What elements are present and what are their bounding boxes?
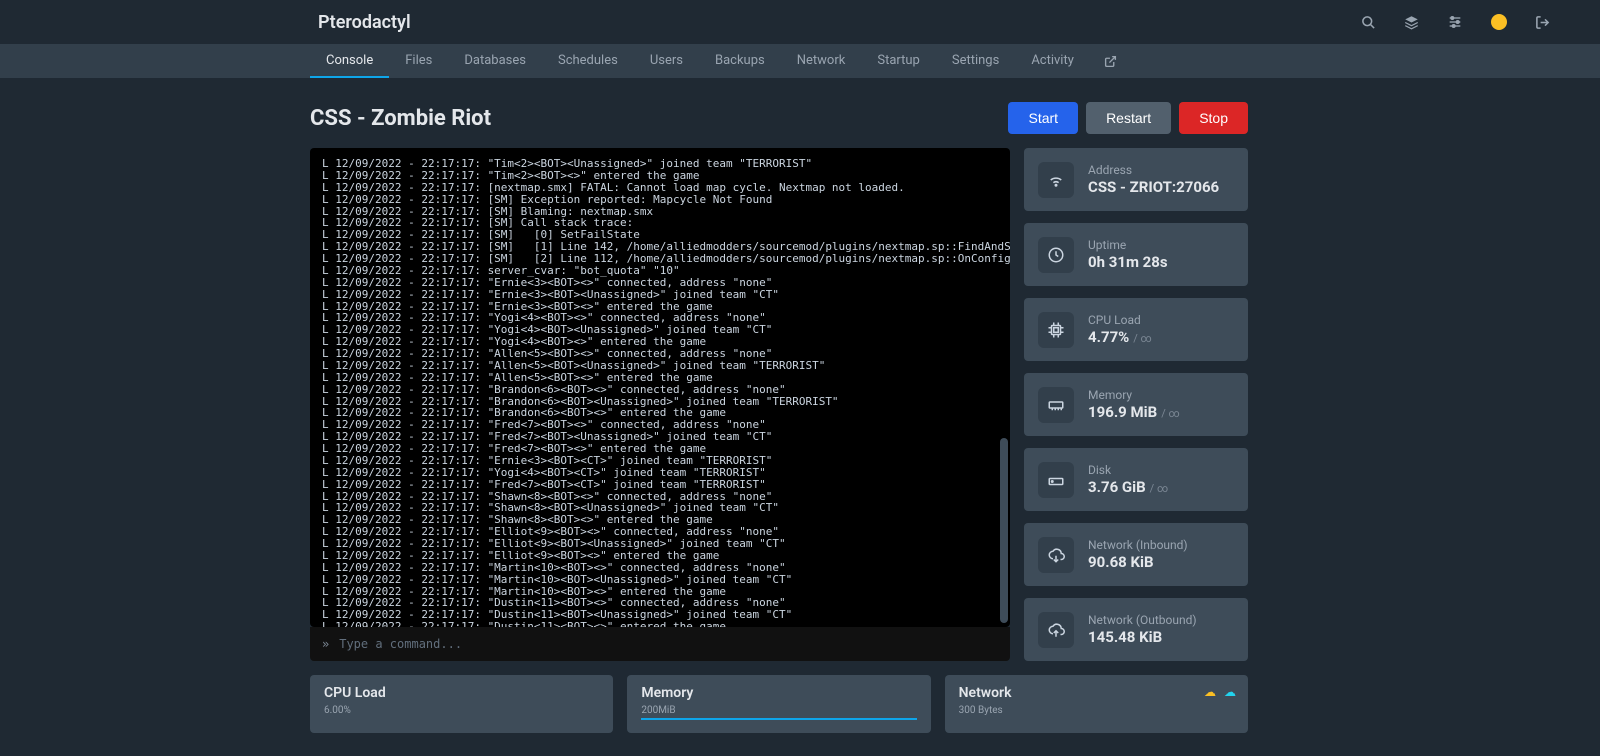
admin-settings-icon[interactable] <box>1447 14 1463 30</box>
disk-icon <box>1038 462 1074 498</box>
content: CSS - Zombie Riot Start Restart Stop L 1… <box>0 78 1248 733</box>
stat-label: Network (Outbound) <box>1088 613 1197 628</box>
chart-title: Network <box>959 685 1234 701</box>
console-scrollbar[interactable] <box>1000 438 1008 623</box>
tab-databases[interactable]: Databases <box>448 44 542 78</box>
chart-tick: 6.00% <box>324 705 599 716</box>
stat-value: 4.77%/ ∞ <box>1088 328 1152 347</box>
stat-memory: Memory 196.9 MiB/ ∞ <box>1024 373 1248 436</box>
stat-value: 0h 31m 28s <box>1088 253 1168 272</box>
restart-button[interactable]: Restart <box>1086 102 1171 134</box>
cloud-download-mini-icon: ☁ <box>1204 685 1216 699</box>
stat-value: CSS - ZRIOT:27066 <box>1088 178 1219 197</box>
header-row: CSS - Zombie Riot Start Restart Stop <box>310 102 1248 134</box>
console-text: L 12/09/2022 - 22:17:17: "Tim<2><BOT><Un… <box>322 158 998 627</box>
stat-label: Disk <box>1088 463 1168 478</box>
command-input-wrap: » <box>310 627 1010 661</box>
topbar-actions <box>1361 14 1580 30</box>
stat-value: 90.68 KiB <box>1088 553 1188 572</box>
stat-value: 145.48 KiB <box>1088 628 1197 647</box>
cpu-icon <box>1038 312 1074 348</box>
stat-value: 3.76 GiB/ ∞ <box>1088 478 1168 497</box>
tabbar: ConsoleFilesDatabasesSchedulesUsersBacku… <box>0 44 1600 78</box>
stat-disk: Disk 3.76 GiB/ ∞ <box>1024 448 1248 511</box>
tab-activity[interactable]: Activity <box>1015 44 1090 78</box>
tab-startup[interactable]: Startup <box>861 44 936 78</box>
stat-label: Network (Inbound) <box>1088 538 1188 553</box>
chart-title: Memory <box>641 685 916 701</box>
cloud-upload-mini-icon: ☁ <box>1224 685 1236 699</box>
stats-column: Address CSS - ZRIOT:27066 Uptime 0h 31m … <box>1024 148 1248 661</box>
clock-icon <box>1038 237 1074 273</box>
stat-label: Memory <box>1088 388 1180 403</box>
logout-icon[interactable] <box>1535 15 1550 30</box>
tab-files[interactable]: Files <box>389 44 448 78</box>
layers-icon[interactable] <box>1404 15 1419 30</box>
console-output[interactable]: L 12/09/2022 - 22:17:17: "Tim<2><BOT><Un… <box>310 148 1010 627</box>
memory-icon <box>1038 387 1074 423</box>
stat-cpu: CPU Load 4.77%/ ∞ <box>1024 298 1248 361</box>
topbar: Pterodactyl <box>0 0 1600 44</box>
avatar[interactable] <box>1491 14 1507 30</box>
main-row: L 12/09/2022 - 22:17:17: "Tim<2><BOT><Un… <box>310 148 1248 661</box>
charts-row: CPU Load 6.00% Memory 200MiB ☁ ☁ Network… <box>310 675 1248 733</box>
wifi-icon <box>1038 162 1074 198</box>
cloud-download-icon <box>1038 537 1074 573</box>
server-title: CSS - Zombie Riot <box>310 106 491 131</box>
stat-value: 196.9 MiB/ ∞ <box>1088 403 1180 422</box>
stat-label: CPU Load <box>1088 313 1152 328</box>
console-column: L 12/09/2022 - 22:17:17: "Tim<2><BOT><Un… <box>310 148 1010 661</box>
search-icon[interactable] <box>1361 15 1376 30</box>
stat-label: Address <box>1088 163 1219 178</box>
command-prompt-icon: » <box>322 637 329 651</box>
brand[interactable]: Pterodactyl <box>318 12 411 33</box>
stat-network-out: Network (Outbound) 145.48 KiB <box>1024 598 1248 661</box>
stat-network-in: Network (Inbound) 90.68 KiB <box>1024 523 1248 586</box>
chart-cpu: CPU Load 6.00% <box>310 675 613 733</box>
stat-label: Uptime <box>1088 238 1168 253</box>
tab-users[interactable]: Users <box>634 44 699 78</box>
chart-network: ☁ ☁ Network 300 Bytes <box>945 675 1248 733</box>
chart-tick: 300 Bytes <box>959 705 1234 716</box>
stat-uptime: Uptime 0h 31m 28s <box>1024 223 1248 286</box>
chart-memory: Memory 200MiB <box>627 675 930 733</box>
tab-console[interactable]: Console <box>310 44 389 78</box>
stop-button[interactable]: Stop <box>1179 102 1248 134</box>
chart-tick: 200MiB <box>641 705 916 716</box>
power-buttons: Start Restart Stop <box>1008 102 1248 134</box>
external-link-icon[interactable] <box>1104 44 1117 78</box>
start-button[interactable]: Start <box>1008 102 1078 134</box>
command-input[interactable] <box>339 637 998 651</box>
chart-line <box>641 718 916 720</box>
stat-address: Address CSS - ZRIOT:27066 <box>1024 148 1248 211</box>
tab-settings[interactable]: Settings <box>936 44 1015 78</box>
cloud-upload-icon <box>1038 612 1074 648</box>
chart-title: CPU Load <box>324 685 599 701</box>
tab-network[interactable]: Network <box>781 44 862 78</box>
tab-backups[interactable]: Backups <box>699 44 781 78</box>
tab-schedules[interactable]: Schedules <box>542 44 634 78</box>
